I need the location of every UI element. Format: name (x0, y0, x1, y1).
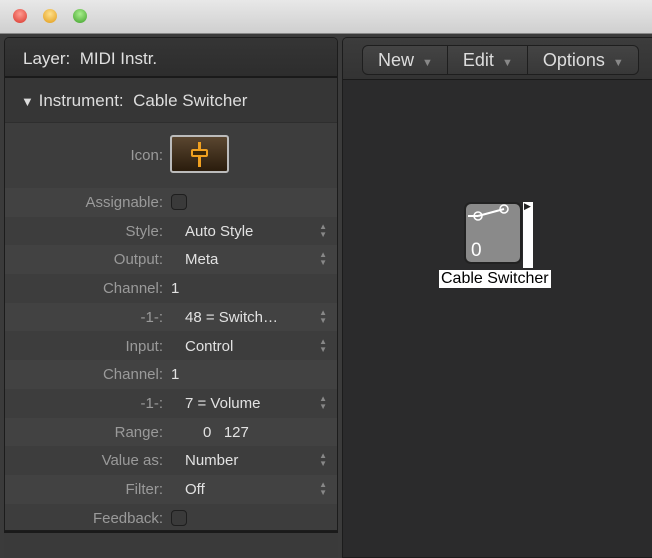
inspector-footer (4, 531, 338, 558)
stepper-arrows-icon[interactable]: ▲ ▼ (319, 337, 327, 354)
row-label: Style: (125, 222, 163, 240)
instrument-icon-button[interactable] (170, 135, 229, 173)
output-triangle-icon[interactable]: ▶ (524, 201, 531, 212)
inspector-row: Input: Control ▲ ▼ (5, 332, 337, 361)
inspector-row: Range: 0 127 (5, 417, 337, 447)
row-label: Assignable: (85, 194, 163, 211)
fader-icon (191, 142, 208, 167)
switcher-body[interactable]: 0 (464, 202, 522, 264)
checkbox[interactable] (171, 194, 187, 210)
instrument-value: Cable Switcher (133, 91, 248, 110)
row-value[interactable]: 7 = Volume (185, 395, 260, 412)
stepper-arrows-icon[interactable]: ▲ ▼ (319, 452, 327, 468)
row-value[interactable]: Auto Style (185, 223, 253, 240)
layer-label: Layer: (23, 49, 71, 68)
row-label: Channel: (102, 280, 163, 298)
row-label: Channel: (102, 366, 163, 384)
instrument-label: Instrument: (38, 91, 124, 110)
row-label: Input: (125, 337, 163, 355)
disclosure-triangle-icon[interactable]: ▼ (21, 94, 34, 109)
layer-header: Layer: MIDI Instr. (5, 38, 337, 78)
row-value[interactable]: 1 (171, 366, 179, 383)
object-name-label[interactable]: Cable Switcher (439, 270, 551, 288)
row-value[interactable]: 48 = Switch… (185, 309, 278, 326)
edit-menu-button[interactable]: Edit ▼ (448, 46, 528, 74)
row-label: Range: (114, 423, 163, 441)
zoom-button[interactable] (73, 9, 87, 23)
new-label: New (378, 50, 415, 70)
stepper-arrows-icon[interactable]: ▲ ▼ (319, 481, 327, 497)
switch-icon (468, 204, 509, 221)
row-label: Feedback: (92, 509, 163, 527)
inspector-row: -1-: 7 = Volume ▲ ▼ (5, 389, 337, 418)
options-menu-button[interactable]: Options ▼ (528, 46, 638, 74)
inspector-row: Output: Meta ▲ ▼ (5, 245, 337, 275)
row-label: Value as: (101, 452, 163, 470)
stepper-arrows-icon[interactable]: ▲ ▼ (319, 394, 327, 411)
inspector-row: Channel: 1 (5, 274, 337, 303)
inspector-row: Filter: Off ▲ ▼ (5, 475, 337, 504)
stepper-arrows-icon[interactable]: ▲ ▼ (319, 308, 327, 325)
environment-area: New ▼ Edit ▼ Options ▼ 0 ▶ Cable Switcher (342, 37, 652, 558)
row-label: -1-: (140, 394, 164, 412)
row-value[interactable]: Off (185, 481, 205, 498)
icon-row: Icon: (5, 125, 337, 188)
edit-label: Edit (462, 50, 494, 70)
close-button[interactable] (13, 9, 27, 23)
checkbox[interactable] (171, 509, 187, 526)
layer-value: MIDI Instr. (79, 49, 158, 68)
inspector-row: Feedback: (5, 504, 337, 530)
minimize-button[interactable] (43, 9, 57, 23)
row-value[interactable]: 1 (171, 280, 179, 297)
row-label: Output: (113, 251, 163, 269)
inspector-row: Style: Auto Style ▲ ▼ (5, 217, 337, 246)
chevron-down-icon: ▼ (501, 57, 513, 69)
inspector-row: Channel: 1 (5, 360, 337, 389)
title-bar (0, 0, 652, 34)
toolbar: New ▼ Edit ▼ Options ▼ (343, 38, 652, 80)
icon-label: Icon: (130, 147, 163, 164)
chevron-down-icon: ▼ (612, 57, 624, 69)
switcher-value: 0 (471, 240, 482, 261)
chevron-down-icon: ▼ (422, 57, 433, 69)
inspector-row: Value as: Number ▲ ▼ (5, 446, 337, 475)
row-label: -1-: (140, 308, 164, 326)
options-label: Options (542, 50, 605, 70)
row-value[interactable]: Meta (185, 251, 218, 268)
stepper-arrows-icon[interactable]: ▲ ▼ (319, 251, 327, 267)
stepper-arrows-icon[interactable]: ▲ ▼ (319, 222, 327, 239)
inspector-panel: Layer: MIDI Instr. ▼ Instrument: Cable S… (4, 37, 338, 531)
inspector-row: -1-: 48 = Switch… ▲ ▼ (5, 302, 337, 332)
row-label: Filter: (125, 481, 164, 498)
instrument-header[interactable]: ▼ Instrument: Cable Switcher (5, 78, 337, 123)
row-value[interactable]: Control (185, 338, 233, 355)
inspector-row: Assignable: (5, 188, 337, 217)
output-bar: ▶ (523, 201, 533, 268)
row-value[interactable]: Number (185, 452, 238, 469)
row-value[interactable]: 0 127 (203, 424, 249, 441)
new-menu-button[interactable]: New ▼ (363, 46, 448, 74)
